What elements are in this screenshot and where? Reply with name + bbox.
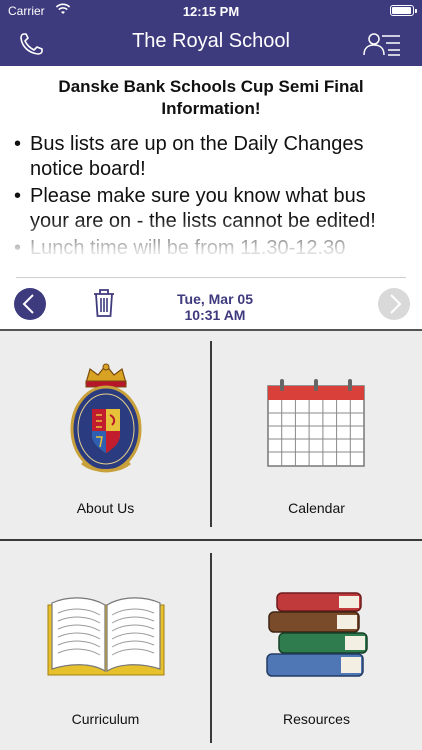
message-bullet: Bus lists are up on the Daily Changes no… bbox=[14, 132, 410, 182]
message-bullet: Lunch time will be from 11.30-12.30 bbox=[14, 236, 410, 261]
message-time: 10:31 AM bbox=[184, 307, 246, 323]
menu-grid: About Us Calendar Curriculum Resources bbox=[0, 331, 422, 750]
tile-label: Resources bbox=[283, 711, 350, 727]
clock: 12:15 PM bbox=[182, 4, 240, 19]
tile-label: About Us bbox=[76, 500, 135, 516]
tile-resources[interactable]: Resources bbox=[211, 541, 422, 750]
message-title: Danske Bank Schools Cup Semi Final Infor… bbox=[58, 77, 364, 118]
message-datetime: Tue, Mar 05 10:31 AM bbox=[150, 291, 280, 323]
news-message[interactable]: Danske Bank Schools Cup Semi Final Infor… bbox=[0, 66, 422, 278]
tile-about-us[interactable]: About Us bbox=[0, 331, 211, 540]
message-date: Tue, Mar 05 bbox=[177, 291, 253, 307]
profile-menu-icon[interactable] bbox=[362, 30, 402, 58]
message-bullets: Bus lists are up on the Daily Changes no… bbox=[14, 132, 410, 263]
crest-icon bbox=[70, 363, 142, 473]
message-pager: Tue, Mar 05 10:31 AM bbox=[0, 279, 422, 329]
battery-icon bbox=[390, 5, 417, 16]
chevron-right-icon bbox=[390, 294, 402, 314]
calendar-icon bbox=[267, 379, 365, 467]
tile-curriculum[interactable]: Curriculum bbox=[0, 541, 211, 750]
message-bullet: Please make sure you know what bus your … bbox=[14, 184, 410, 234]
book-stack-icon bbox=[266, 592, 368, 677]
tile-label: Calendar bbox=[288, 500, 345, 516]
app-header: Carrier 12:15 PM The Royal School bbox=[0, 0, 422, 66]
tile-label: Curriculum bbox=[71, 711, 140, 727]
open-book-icon bbox=[47, 597, 165, 676]
page-title: The Royal School bbox=[132, 30, 290, 52]
chevron-left-icon bbox=[22, 294, 34, 314]
next-message-button[interactable] bbox=[378, 288, 410, 320]
previous-message-button[interactable] bbox=[14, 288, 46, 320]
status-bar: Carrier 12:15 PM bbox=[0, 0, 422, 22]
battery-level bbox=[392, 7, 411, 14]
tile-calendar[interactable]: Calendar bbox=[211, 331, 422, 540]
trash-icon[interactable] bbox=[92, 288, 116, 318]
divider bbox=[16, 277, 406, 278]
